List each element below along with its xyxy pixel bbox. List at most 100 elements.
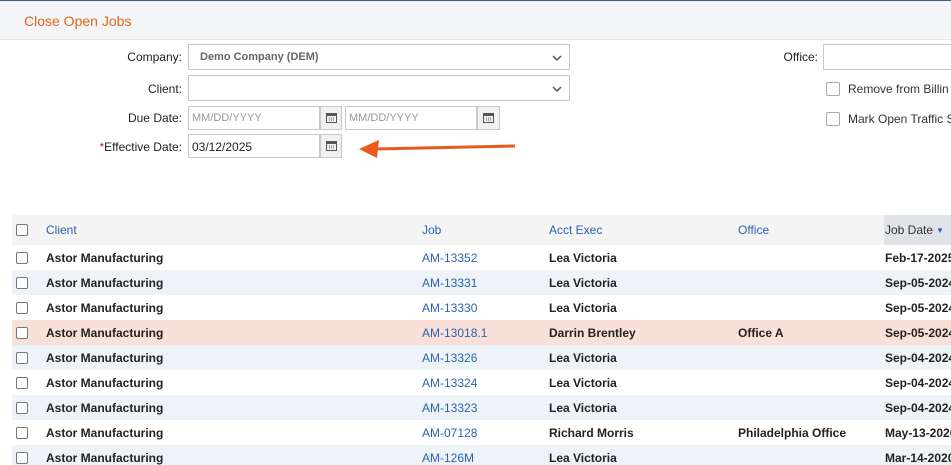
row-select-cell [16, 320, 36, 345]
table-row[interactable]: Astor Manufacturing AM-13324 Lea Victori… [12, 370, 951, 395]
table-row[interactable]: Astor Manufacturing AM-13330 Lea Victori… [12, 295, 951, 320]
row-job-date: Mar-14-2020 [885, 450, 951, 465]
table-row[interactable]: Astor Manufacturing AM-126M Lea Victoria… [12, 445, 951, 465]
remove-from-billing-checkbox[interactable] [826, 82, 840, 96]
row-job-date: Sep-05-2024 [885, 325, 951, 340]
row-acct-exec: Lea Victoria [549, 275, 617, 290]
table-row-highlighted[interactable]: Astor Manufacturing AM-13018.1 Darrin Br… [12, 320, 951, 345]
row-job-link[interactable]: AM-13018.1 [422, 320, 487, 345]
row-select-cell [16, 395, 36, 420]
row-checkbox[interactable] [16, 301, 28, 314]
effective-date-input[interactable]: 03/12/2025 [188, 134, 320, 158]
effective-date-calendar-button[interactable] [320, 134, 342, 158]
sort-down-icon: ▼ [936, 225, 944, 235]
row-acct-exec: Darrin Brentley [549, 325, 636, 340]
row-job-link[interactable]: AM-13324 [422, 370, 477, 395]
select-all-checkbox[interactable] [16, 224, 28, 236]
chevron-down-icon [552, 86, 562, 93]
company-select[interactable]: Demo Company (DEM) [188, 44, 570, 70]
row-client: Astor Manufacturing [46, 325, 164, 340]
office-column-header[interactable]: Office [738, 215, 769, 245]
row-checkbox[interactable] [16, 451, 28, 464]
due-date-label: Due Date: [127, 111, 182, 125]
effective-date-value: 03/12/2025 [192, 140, 253, 154]
row-client: Astor Manufacturing [46, 275, 164, 290]
row-checkbox[interactable] [16, 351, 28, 364]
calendar-icon [326, 113, 337, 123]
row-job-link[interactable]: AM-07128 [422, 420, 477, 445]
job-column-header[interactable]: Job [422, 215, 441, 245]
office-label: Office: [783, 50, 818, 64]
row-office: Philadelphia Office [738, 425, 847, 440]
client-label: Client: [147, 82, 182, 96]
remove-from-billing-label: Remove from Billin [848, 82, 949, 96]
effective-date-label-text: Effective Date: [104, 140, 182, 154]
job-date-column-header[interactable]: Job Date ▼ [885, 215, 944, 245]
row-checkbox[interactable] [16, 426, 28, 439]
company-select-value: Demo Company (DEM) [200, 51, 319, 63]
row-job-link[interactable]: AM-13330 [422, 295, 477, 320]
select-all-cell [16, 215, 36, 245]
row-checkbox[interactable] [16, 251, 28, 264]
due-date-to-calendar-button[interactable] [477, 106, 500, 130]
row-select-cell [16, 420, 36, 445]
due-date-from-placeholder: MM/DD/YYYY [192, 112, 262, 124]
row-select-cell [16, 245, 36, 270]
due-date-to-placeholder: MM/DD/YYYY [349, 112, 419, 124]
due-date-from-input[interactable]: MM/DD/YYYY [188, 106, 320, 130]
title-bar: Close Open Jobs [0, 0, 951, 40]
row-job-link[interactable]: AM-13326 [422, 345, 477, 370]
effective-date-label: *Effective Date: [80, 140, 183, 154]
row-job-link[interactable]: AM-13331 [422, 270, 477, 295]
row-acct-exec: Lea Victoria [549, 450, 617, 465]
row-job-link[interactable]: AM-13352 [422, 245, 477, 270]
table-row[interactable]: Astor Manufacturing AM-13326 Lea Victori… [12, 345, 951, 370]
row-select-cell [16, 345, 36, 370]
row-checkbox[interactable] [16, 326, 28, 339]
row-job-link[interactable]: AM-126M [422, 445, 474, 465]
row-select-cell [16, 295, 36, 320]
row-acct-exec: Lea Victoria [549, 350, 617, 365]
row-client: Astor Manufacturing [46, 250, 164, 265]
row-job-date: Sep-05-2024 [885, 300, 951, 315]
row-job-date: May-13-2020 [885, 425, 951, 440]
mark-open-traffic-checkbox[interactable] [826, 112, 840, 126]
row-checkbox[interactable] [16, 401, 28, 414]
row-client: Astor Manufacturing [46, 425, 164, 440]
page-title: Close Open Jobs [24, 13, 132, 29]
annotation-arrow-icon [359, 140, 516, 158]
jobs-table: Client Job Acct Exec Office Job Date ▼ As… [12, 215, 951, 465]
row-acct-exec: Lea Victoria [549, 400, 617, 415]
due-date-from-calendar-button[interactable] [320, 106, 342, 130]
row-client: Astor Manufacturing [46, 400, 164, 415]
row-acct-exec: Lea Victoria [549, 375, 617, 390]
office-input[interactable] [823, 44, 951, 70]
calendar-icon [483, 113, 494, 123]
row-job-date: Sep-05-2024 [885, 275, 951, 290]
row-job-date: Sep-04-2024 [885, 375, 951, 390]
row-select-cell [16, 370, 36, 395]
due-date-to-input[interactable]: MM/DD/YYYY [345, 106, 477, 130]
table-row[interactable]: Astor Manufacturing AM-13352 Lea Victori… [12, 245, 951, 270]
row-select-cell [16, 270, 36, 295]
row-client: Astor Manufacturing [46, 375, 164, 390]
row-checkbox[interactable] [16, 376, 28, 389]
row-checkbox[interactable] [16, 276, 28, 289]
calendar-icon [326, 141, 337, 151]
row-client: Astor Manufacturing [46, 300, 164, 315]
acct-exec-column-header[interactable]: Acct Exec [549, 215, 602, 245]
job-date-header-label: Job Date [885, 223, 934, 237]
mark-open-traffic-label: Mark Open Traffic S [848, 112, 951, 126]
row-acct-exec: Richard Morris [549, 425, 634, 440]
table-header: Client Job Acct Exec Office Job Date ▼ [12, 215, 951, 245]
row-client: Astor Manufacturing [46, 350, 164, 365]
table-row[interactable]: Astor Manufacturing AM-13323 Lea Victori… [12, 395, 951, 420]
row-acct-exec: Lea Victoria [549, 250, 617, 265]
row-select-cell [16, 445, 36, 465]
row-job-link[interactable]: AM-13323 [422, 395, 477, 420]
client-column-header[interactable]: Client [46, 215, 77, 245]
table-row[interactable]: Astor Manufacturing AM-13331 Lea Victori… [12, 270, 951, 295]
client-select[interactable] [188, 75, 570, 101]
table-row[interactable]: Astor Manufacturing AM-07128 Richard Mor… [12, 420, 951, 445]
row-job-date: Sep-04-2024 [885, 350, 951, 365]
